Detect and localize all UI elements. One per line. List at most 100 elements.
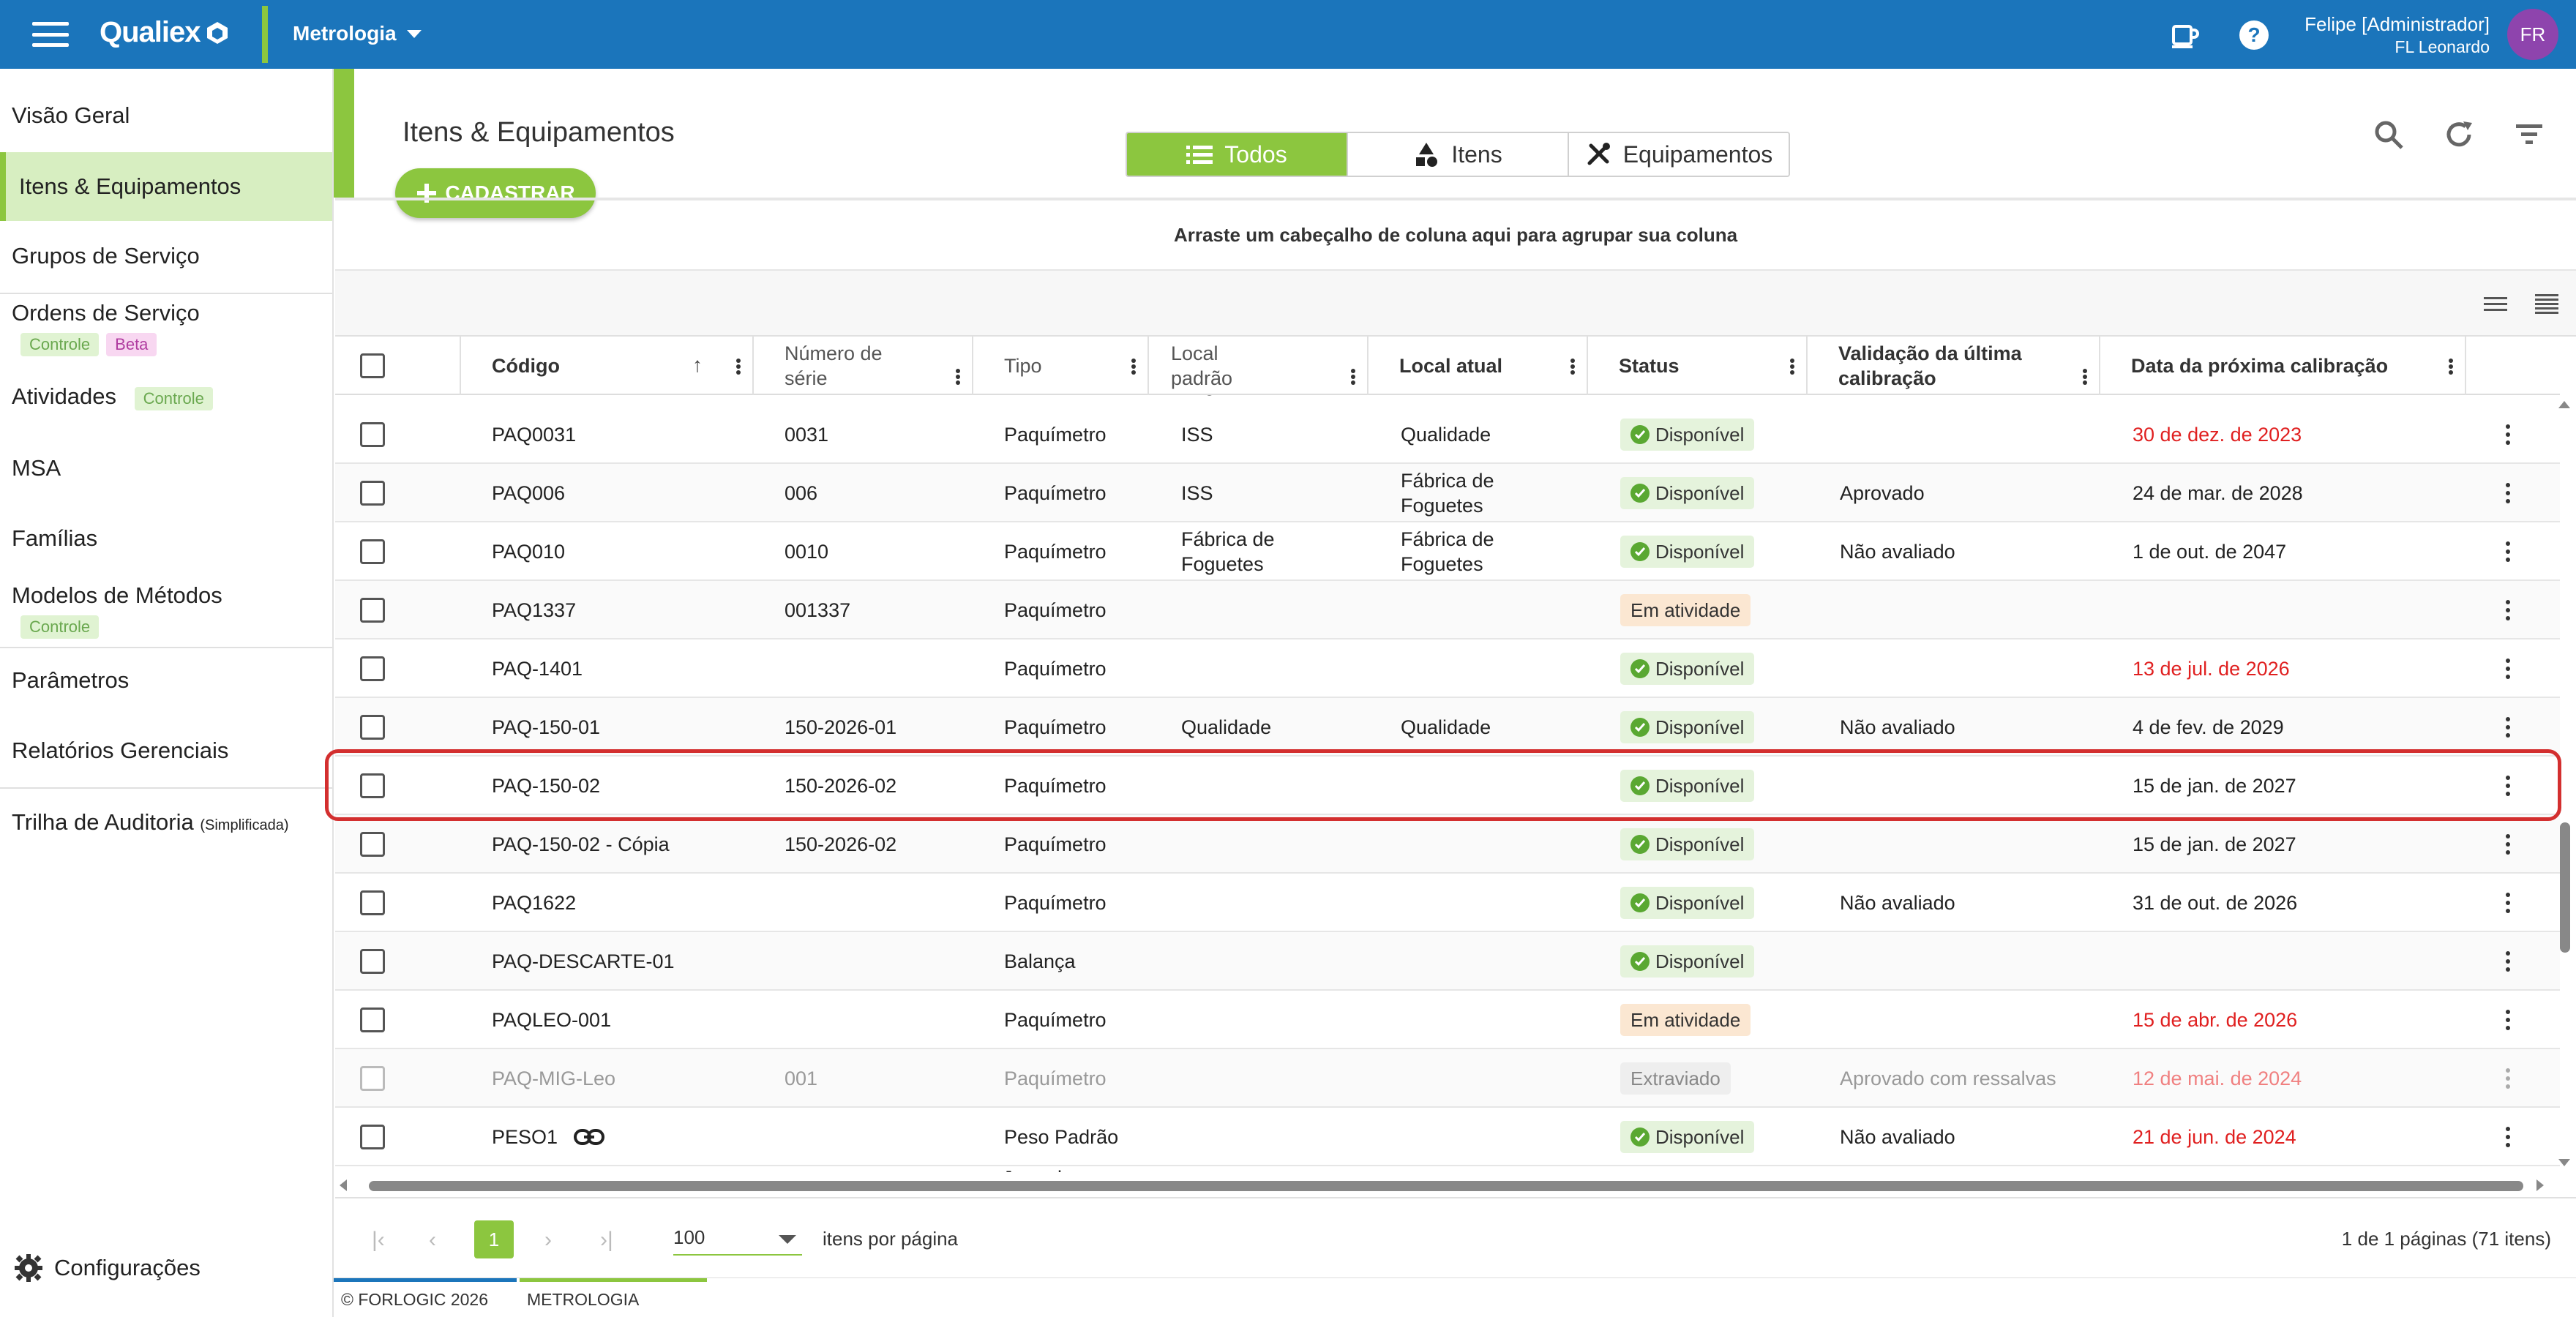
table-row[interactable]: PAQ-150-01 150-2026-01 Paquímetro Qualidade… <box>335 698 2560 757</box>
sidebar-item-relatorios-gerenciais[interactable]: Relatórios Gerenciais <box>0 738 332 764</box>
row-actions-icon[interactable] <box>2506 424 2510 445</box>
row-actions-icon[interactable] <box>2506 1010 2510 1030</box>
column-menu-icon[interactable] <box>2449 359 2453 375</box>
row-checkbox[interactable] <box>360 1066 385 1091</box>
row-actions-icon[interactable] <box>2506 658 2510 679</box>
row-actions-icon[interactable] <box>2506 834 2510 855</box>
row-checkbox[interactable] <box>360 1125 385 1149</box>
row-checkbox[interactable] <box>360 890 385 915</box>
page-size-select[interactable]: 100 <box>673 1226 802 1256</box>
horizontal-scroll-thumb[interactable] <box>369 1181 2523 1191</box>
row-checkbox[interactable] <box>360 481 385 506</box>
coffee-cup-icon[interactable] <box>2168 19 2200 51</box>
column-header-local-atual[interactable]: Local atual <box>1368 337 1588 395</box>
row-checkbox[interactable] <box>360 773 385 798</box>
dense-view-icon[interactable] <box>2535 293 2558 315</box>
scroll-right-icon[interactable] <box>2536 1179 2544 1191</box>
row-actions-icon[interactable] <box>2506 776 2510 796</box>
column-header-status[interactable]: Status <box>1588 337 1808 395</box>
vertical-scrollbar[interactable] <box>2557 395 2572 1171</box>
table-row[interactable]: PAQ-1401 Paquímetro Disponível 13 de jul. d… <box>335 639 2560 698</box>
row-checkbox[interactable] <box>360 598 385 623</box>
sidebar-item-msa[interactable]: MSA <box>0 455 332 481</box>
row-checkbox[interactable] <box>360 1008 385 1032</box>
table-row[interactable]: PAQ-MIG-Leo 001 Paquímetro Extraviado Aprova… <box>335 1049 2560 1108</box>
column-header-validacao[interactable]: Validação da última calibração <box>1808 337 2100 395</box>
settings-link[interactable]: Configurações <box>13 1253 201 1283</box>
column-header-data-proxima-calibracao[interactable]: Data da próxima calibração <box>2100 337 2466 395</box>
table-row[interactable]: PAQ-DESCARTE-01 Balança Disponível <box>335 932 2560 991</box>
help-icon[interactable]: ? <box>2238 19 2270 51</box>
group-panel[interactable]: Arraste um cabeçalho de coluna aqui para… <box>335 200 2576 271</box>
table-row[interactable]: PAQ010 0010 Paquímetro Fábrica de Foguetes F… <box>335 522 2560 581</box>
column-menu-icon[interactable] <box>1570 359 1575 375</box>
column-menu-icon[interactable] <box>1131 359 1136 375</box>
scroll-down-icon[interactable] <box>2558 1159 2570 1166</box>
scroll-left-icon[interactable] <box>340 1179 347 1191</box>
filter-icon[interactable] <box>2512 117 2547 152</box>
current-page-button[interactable]: 1 <box>474 1220 514 1258</box>
scroll-up-icon[interactable] <box>2558 401 2570 408</box>
row-checkbox[interactable] <box>360 539 385 564</box>
row-checkbox[interactable] <box>360 949 385 974</box>
column-header-numero-serie[interactable]: Número de série <box>754 337 973 395</box>
row-checkbox[interactable] <box>360 422 385 447</box>
menu-icon[interactable] <box>32 22 69 47</box>
row-checkbox[interactable] <box>360 832 385 857</box>
column-header-tipo[interactable]: Tipo <box>973 337 1149 395</box>
compact-view-icon[interactable] <box>2484 293 2507 315</box>
search-icon[interactable] <box>2371 117 2406 152</box>
refresh-icon[interactable] <box>2441 117 2476 152</box>
table-row[interactable]: PESO1 Peso Padrão Disponível Não avaliado 21… <box>335 1108 2560 1166</box>
column-menu-icon[interactable] <box>736 359 741 375</box>
row-actions-icon[interactable] <box>2506 1068 2510 1089</box>
row-actions-icon[interactable] <box>2506 541 2510 562</box>
sidebar-item-visao-geral[interactable]: Visão Geral <box>0 102 332 129</box>
column-header-codigo[interactable]: Código ↑ <box>461 337 754 395</box>
sidebar-item-atividades[interactable]: Atividades Controle <box>0 383 332 410</box>
table-row[interactable]: PAQ1337 001337 Paquímetro Em atividade <box>335 581 2560 639</box>
column-menu-icon[interactable] <box>956 369 960 385</box>
last-page-icon[interactable]: ›| <box>600 1228 613 1253</box>
sidebar-item-modelos-metodos[interactable]: Modelos de Métodos Controle <box>0 582 332 639</box>
row-actions-icon[interactable] <box>2506 717 2510 738</box>
sidebar-item-parametros[interactable]: Parâmetros <box>0 667 332 694</box>
row-checkbox[interactable] <box>360 656 385 681</box>
link-icon[interactable] <box>574 1127 605 1147</box>
segment-itens[interactable]: Itens <box>1348 133 1569 176</box>
row-actions-icon[interactable] <box>2506 1127 2510 1147</box>
table-row[interactable]: PAQ-150-02 150-2026-02 Paquímetro Disponíve… <box>335 757 2560 815</box>
table-row[interactable]: PAQ1622 Paquímetro Disponível Não avaliado 3… <box>335 874 2560 932</box>
column-header-local-padrao[interactable]: Local padrão <box>1149 337 1368 395</box>
sidebar-item-itens-equipamentos[interactable]: Itens & Equipamentos <box>0 152 332 221</box>
table-row[interactable]: PAQ-150-02 - Cópia 150-2026-02 Paquímetro D… <box>335 815 2560 874</box>
row-actions-icon[interactable] <box>2506 600 2510 620</box>
row-actions-icon[interactable] <box>2506 483 2510 503</box>
row-checkbox[interactable] <box>360 715 385 740</box>
first-page-icon[interactable]: |‹ <box>372 1228 385 1253</box>
avatar[interactable]: FR <box>2507 9 2558 60</box>
segment-equipamentos[interactable]: Equipamentos <box>1569 133 1789 176</box>
row-actions-icon[interactable] <box>2506 893 2510 913</box>
next-page-icon[interactable]: › <box>544 1228 552 1253</box>
select-all-checkbox[interactable] <box>360 353 385 378</box>
segment-todos[interactable]: Todos <box>1127 133 1348 176</box>
table-row[interactable]: PAQ006 006 Paquímetro ISS Fábrica de Foguete… <box>335 464 2560 522</box>
module-selector[interactable]: Metrologia <box>293 22 422 45</box>
table-row[interactable]: PAQ0031 0031 Paquímetro ISS Qualidade Disponí… <box>335 405 2560 464</box>
sidebar-item-familias[interactable]: Famílias <box>0 525 332 552</box>
user-info[interactable]: Felipe [Administrador] FL Leonardo <box>2304 13 2490 57</box>
previous-page-icon[interactable]: ‹ <box>429 1228 436 1253</box>
row-actions-icon[interactable] <box>2506 951 2510 972</box>
column-menu-icon[interactable] <box>2083 369 2087 385</box>
app-logo[interactable]: Qualiex <box>100 16 230 49</box>
sidebar-item-grupos-servico[interactable]: Grupos de Serviço <box>0 243 332 269</box>
sidebar-item-trilha-auditoria[interactable]: Trilha de Auditoria (Simplificada) <box>0 809 332 836</box>
column-menu-icon[interactable] <box>1790 359 1794 375</box>
horizontal-scrollbar[interactable] <box>335 1174 2560 1196</box>
table-row[interactable]: PAQLEO-001 Paquímetro Em atividade 15 de ab… <box>335 991 2560 1049</box>
sort-ascending-icon[interactable]: ↑ <box>692 353 703 378</box>
sidebar-item-ordens-servico[interactable]: Ordens de Serviço Controle Beta <box>0 300 332 356</box>
column-menu-icon[interactable] <box>1351 369 1355 385</box>
vertical-scroll-thumb[interactable] <box>2560 822 2570 953</box>
